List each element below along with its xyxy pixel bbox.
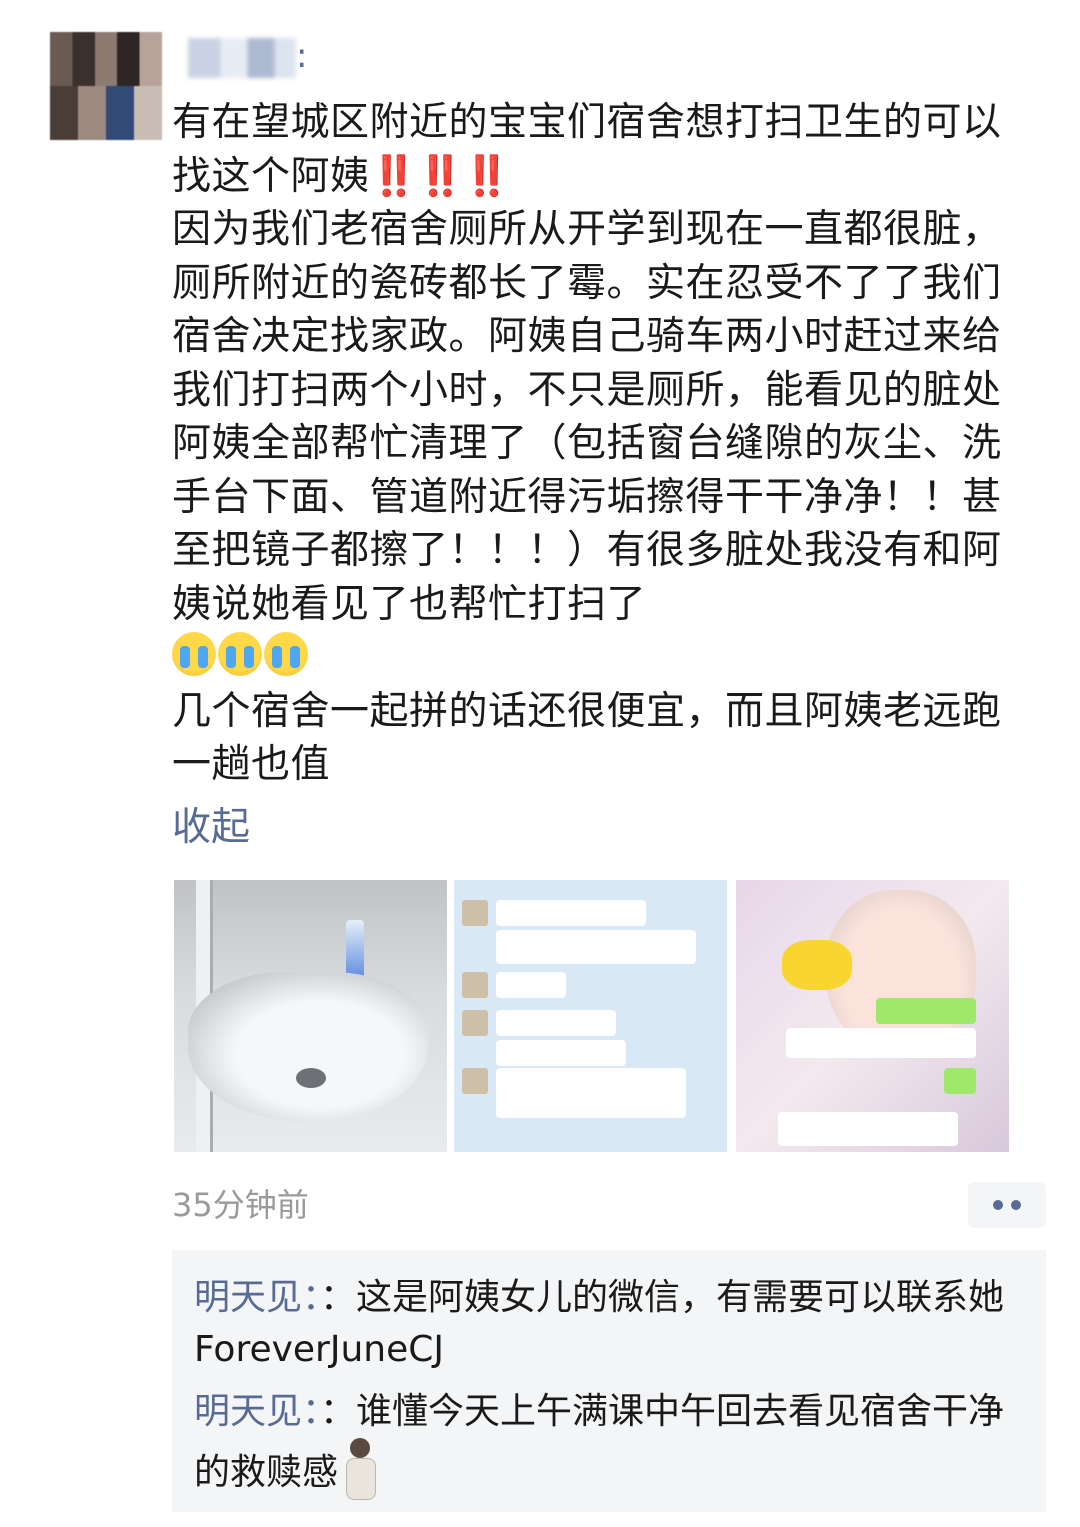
figure-sticker-icon [342, 1438, 378, 1500]
post-paragraph-2: 因为我们老宿舍厕所从开学到现在一直都很脏，厕所附近的瓷砖都长了霉。实在忍受不了了… [172, 203, 1022, 685]
crying-face-icon [218, 632, 262, 676]
chat-bubble [496, 972, 566, 998]
post-paragraph-3: 几个宿舍一起拼的话还很便宜，而且阿姨老远跑一趟也值 [172, 688, 1002, 788]
blurred-name [188, 37, 296, 78]
chat-bubble [778, 1112, 958, 1146]
post-text: 有在望城区附近的宝宝们宿舍想打扫卫生的可以找这个阿姨‼️‼️‼️ 因为我们老宿舍… [172, 96, 1022, 792]
chat-avatar [462, 900, 488, 926]
clapping-hands-icon [782, 940, 852, 990]
dot-icon [1011, 1200, 1021, 1210]
chat-bubble [496, 930, 696, 964]
photo-chat-screenshot[interactable] [454, 880, 727, 1152]
photo-sink[interactable] [174, 880, 447, 1152]
sink-drain [296, 1068, 326, 1088]
sink-bowl [188, 972, 428, 1122]
photo-chat-with-sticker[interactable] [736, 880, 1009, 1152]
chat-bubble [496, 1010, 616, 1036]
photo-grid [174, 880, 1014, 1152]
chat-bubble [496, 1040, 626, 1066]
chat-avatar [462, 972, 488, 998]
post-timestamp: 35分钟前 [172, 1186, 309, 1224]
comments-section: 明天见：：这是阿姨女儿的微信，有需要可以联系她ForeverJuneCJ 明天见… [172, 1250, 1046, 1512]
collapse-link[interactable]: 收起 [172, 802, 250, 854]
chat-bubble [944, 1068, 976, 1094]
post-paragraph-1: 有在望城区附近的宝宝们宿舍想打扫卫生的可以找这个阿姨‼️‼️‼️ [172, 100, 1002, 199]
comment-item[interactable]: 明天见：：这是阿姨女儿的微信，有需要可以联系她ForeverJuneCJ [194, 1272, 1024, 1376]
chat-bubble [496, 1068, 686, 1118]
more-options-button[interactable] [968, 1182, 1046, 1228]
crying-face-icon [264, 632, 308, 676]
chat-bubble [496, 900, 646, 926]
chat-bubble [786, 1028, 976, 1058]
comment-item[interactable]: 明天见：：谁懂今天上午满课中午回去看见宿舍干净的救赎感 [194, 1386, 1024, 1500]
chat-avatar [462, 1010, 488, 1036]
comment-author[interactable]: 明天见： [194, 1277, 320, 1318]
crying-face-icon [172, 632, 216, 676]
author-name[interactable]: : [188, 34, 307, 78]
comment-author[interactable]: 明天见： [194, 1391, 320, 1432]
author-avatar[interactable] [50, 32, 162, 140]
dot-icon [993, 1200, 1003, 1210]
chat-avatar [462, 1068, 488, 1094]
chat-bubble [876, 998, 976, 1024]
double-exclamation-icon: ‼️‼️‼️ [369, 153, 512, 199]
